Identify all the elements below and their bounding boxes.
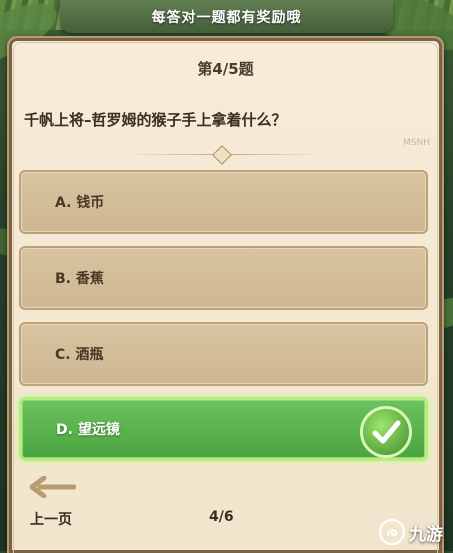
reward-banner: 每答对一题都有奖励哦 (60, 0, 393, 33)
answer-option-a[interactable]: A. 钱币 (19, 170, 428, 234)
jiuyou-logo-icon (379, 519, 405, 545)
question-number: 第4/5题 (197, 60, 254, 78)
banner-text: 每答对一题都有奖励哦 (151, 9, 302, 26)
page-indicator: 4/6 (209, 509, 234, 525)
answer-option-c[interactable]: C. 酒瓶 (19, 322, 428, 386)
left-arrow-icon (29, 475, 77, 499)
back-arrow-button[interactable] (28, 475, 77, 502)
checkmark-icon (360, 406, 412, 458)
question-text: 千帆上将–哲罗姆的猴子手上拿着什么？ (24, 111, 287, 129)
previous-page-button[interactable]: 上一页 (30, 509, 72, 529)
watermark-text: 九游 (409, 524, 443, 545)
faint-corner-text: MSNH (403, 138, 430, 148)
answer-label: C. 酒瓶 (55, 347, 104, 363)
watermark: 九游 (379, 519, 443, 545)
answer-label: A. 钱币 (55, 195, 105, 211)
answer-option-b[interactable]: B. 香蕉 (19, 246, 428, 310)
answer-option-d[interactable]: D. 望远镜 (19, 397, 428, 461)
answer-label: D. 望远镜 (56, 422, 120, 438)
answer-label: B. 香蕉 (55, 271, 104, 287)
